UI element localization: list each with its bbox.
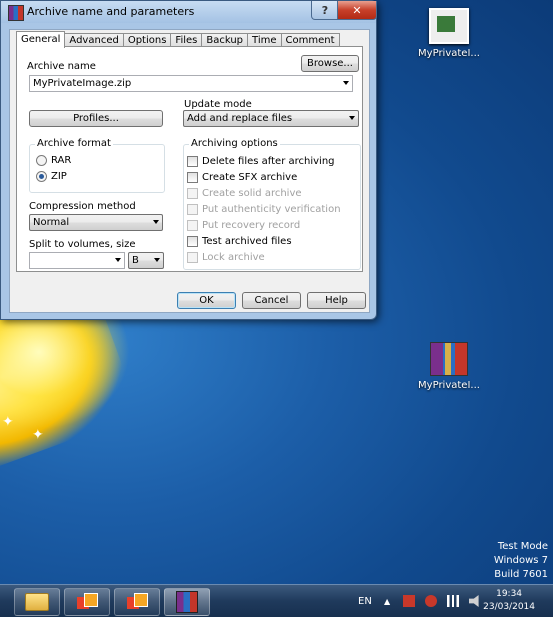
split-volumes-label: Split to volumes, size [29,239,136,250]
checkbox [187,252,198,263]
volume-icon[interactable] [469,595,479,607]
ok-button[interactable]: OK [177,292,236,309]
tray-arrow-icon: ▲ [384,596,391,606]
checkbox-label: Lock archive [202,252,265,263]
browse-button[interactable]: Browse... [301,55,359,72]
tab-general[interactable]: General [16,31,66,48]
taskbar-app-button[interactable] [64,588,110,616]
dialog-titlebar[interactable]: Archive name and parameters ? ✕ [1,1,377,23]
chevron-down-icon [153,220,159,224]
tab-strip: General Advanced Options Files Backup Ti… [16,31,340,48]
taskbar-winrar-button[interactable] [164,588,210,616]
winrar-icon [8,5,24,21]
app-window-icon [127,593,148,611]
checkbox-label: Delete files after archiving [202,156,335,167]
checkbox-label: Create SFX archive [202,172,298,183]
desktop-icon-archive[interactable]: MyPrivateI... [414,342,484,391]
lock-archive-checkbox[interactable]: Lock archive [187,252,265,263]
archive-format-group: Archive format RAR ZIP [29,138,165,193]
create-sfx-checkbox[interactable]: Create SFX archive [187,172,297,183]
action-center-icon[interactable] [403,595,415,607]
chevron-down-icon [343,81,349,85]
test-mode-watermark: Test Mode Windows 7 Build 7601 [494,540,548,582]
checkbox [187,204,198,215]
security-icon[interactable] [425,595,437,607]
chevron-down-icon [154,258,160,262]
checkbox [187,156,198,167]
general-panel: Archive name Browse... MyPrivateImage.zi… [16,46,363,272]
profiles-button[interactable]: Profiles... [29,110,163,127]
archive-format-title: Archive format [35,138,113,149]
winrar-icon [176,591,198,613]
authenticity-checkbox[interactable]: Put authenticity verification [187,204,341,215]
checkbox [187,236,198,247]
clock-date: 23/03/2014 [483,602,535,612]
desktop-icon-label: MyPrivateI... [418,48,480,59]
desktop-icon-label: MyPrivateI... [418,380,480,391]
compression-method-label: Compression method [29,201,136,212]
dialog-title: Archive name and parameters [27,5,195,18]
update-mode-label: Update mode [184,99,252,110]
language-indicator[interactable]: EN [358,585,372,617]
recovery-record-checkbox[interactable]: Put recovery record [187,220,300,231]
network-icon[interactable] [447,595,459,607]
create-solid-checkbox[interactable]: Create solid archive [187,188,302,199]
checkbox [187,172,198,183]
clock-time: 19:34 [496,589,523,599]
archive-name-label: Archive name [27,61,96,72]
image-file-icon [429,8,469,44]
folder-icon [25,593,49,611]
checkbox-label: Create solid archive [202,188,302,199]
update-mode-select[interactable]: Add and replace files [183,110,359,127]
language-label: EN [358,595,372,607]
checkbox [187,220,198,231]
cancel-button[interactable]: Cancel [242,292,301,309]
help-button[interactable]: Help [307,292,366,309]
app-window-icon [77,593,98,611]
checkbox-label: Test archived files [202,236,292,247]
desktop-icon-image[interactable]: MyPrivateI... [414,8,484,59]
radio-button [36,155,47,166]
archive-dialog: Archive name and parameters ? ✕ General … [0,0,377,320]
delete-files-checkbox[interactable]: Delete files after archiving [187,156,335,167]
compression-method-select[interactable]: Normal [29,214,163,231]
checkbox-label: Put authenticity verification [202,204,341,215]
chevron-down-icon [115,258,121,262]
archiving-options-title: Archiving options [189,138,280,149]
tray-icons [398,585,486,617]
watermark-line: Test Mode [497,541,548,552]
checkbox-label: Put recovery record [202,220,301,231]
split-unit-select[interactable]: B [128,252,164,269]
format-zip-radio[interactable]: ZIP [36,171,67,182]
taskbar: EN ▲ 19:34 23/03/2014 [0,584,553,617]
archiving-options-group: Archiving options Delete files after arc… [183,138,361,270]
radio-button-selected [36,171,47,182]
taskbar-explorer-button[interactable] [14,588,60,616]
split-size-field[interactable] [29,252,125,269]
close-button[interactable]: ✕ [337,1,377,20]
rar-archive-icon [430,342,468,376]
dialog-client: General Advanced Options Files Backup Ti… [9,29,370,313]
compression-method-value: Normal [33,217,70,228]
watermark-line: Build 7601 [494,569,548,580]
watermark-line: Windows 7 [493,555,548,566]
show-hidden-icons-button[interactable]: ▲ [384,585,390,617]
archive-name-value: MyPrivateImage.zip [33,78,132,89]
sparkle-icon: ✦ [2,414,14,430]
checkbox [187,188,198,199]
radio-label: ZIP [51,171,67,182]
test-archived-checkbox[interactable]: Test archived files [187,236,292,247]
split-unit-value: B [132,255,139,266]
sparkle-icon: ✦ [32,427,44,443]
radio-label: RAR [51,155,72,166]
taskbar-app-button[interactable] [114,588,160,616]
format-rar-radio[interactable]: RAR [36,155,71,166]
archive-name-field[interactable]: MyPrivateImage.zip [29,75,353,92]
help-title-button[interactable]: ? [311,1,339,20]
update-mode-value: Add and replace files [187,113,293,124]
chevron-down-icon [349,116,355,120]
clock[interactable]: 19:34 23/03/2014 [483,588,535,614]
